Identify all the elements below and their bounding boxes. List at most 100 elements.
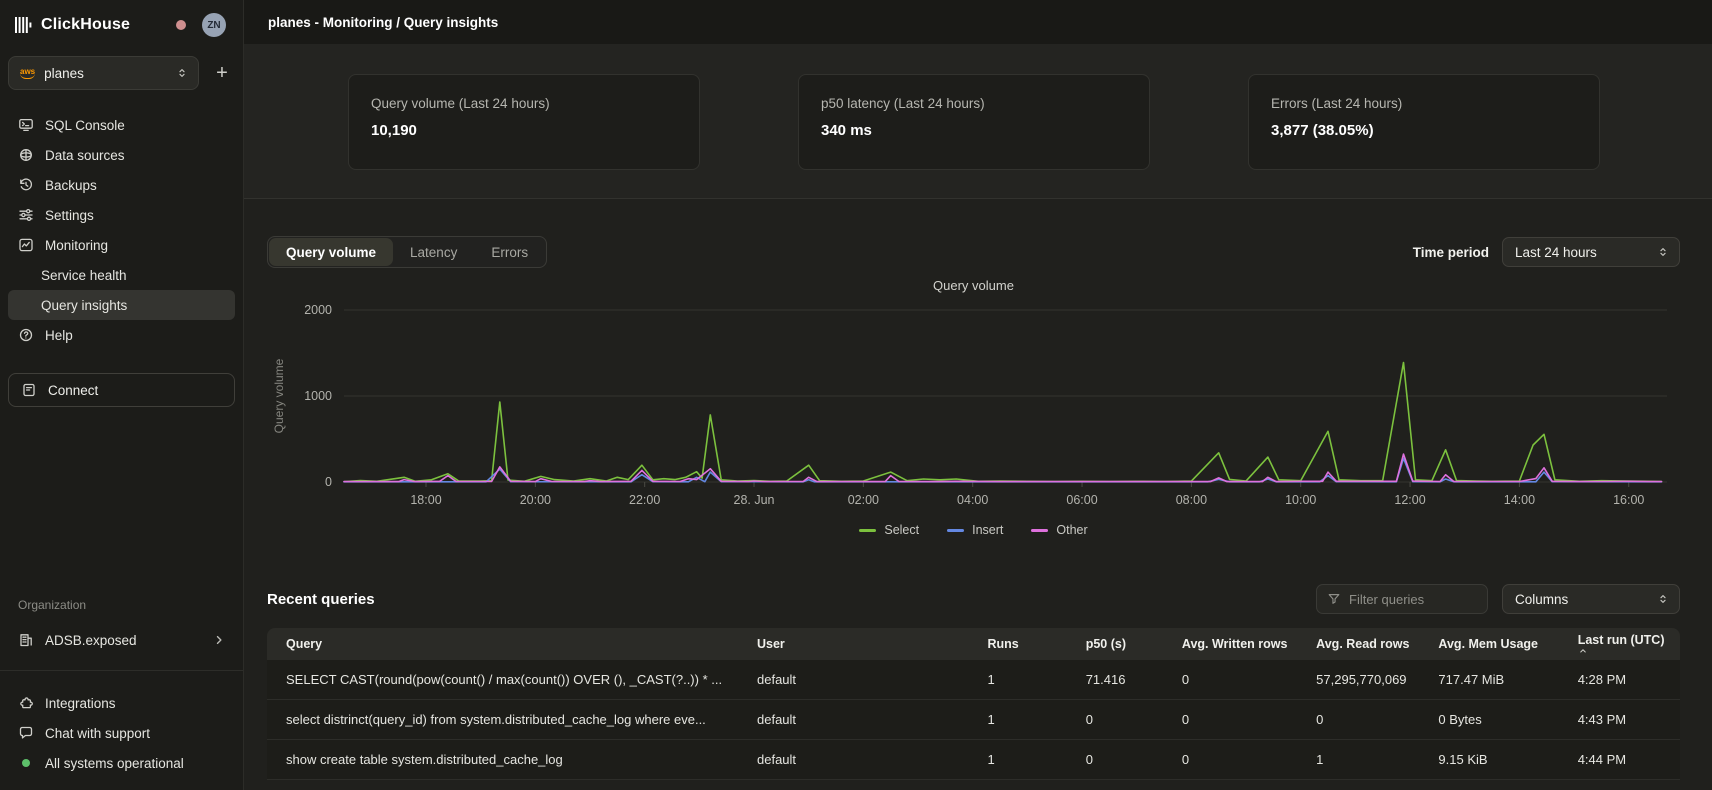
sidebar-item-chat-with-support[interactable]: Chat with support <box>8 718 235 748</box>
cell-runs: 1 <box>968 660 1066 700</box>
legend-swatch-icon <box>859 529 876 532</box>
column-header-query[interactable]: Query <box>267 628 738 660</box>
cell-query: show create table system.distributed_cac… <box>267 740 738 780</box>
column-header-p50-s[interactable]: p50 (s) <box>1067 628 1163 660</box>
organization-name: ADSB.exposed <box>45 633 137 648</box>
chart-title: Query volume <box>267 278 1680 293</box>
sidebar-item-label: Help <box>45 328 73 343</box>
brand-name: ClickHouse <box>41 16 130 34</box>
sidebar-item-label: Integrations <box>45 696 116 711</box>
legend-item-insert[interactable]: Insert <box>947 523 1003 537</box>
stat-label: p50 latency (Last 24 hours) <box>821 96 1127 111</box>
cell-avg-read: 57,295,770,069 <box>1297 660 1419 700</box>
columns-select[interactable]: Columns <box>1502 584 1680 614</box>
sidebar-item-help[interactable]: Help <box>8 320 235 350</box>
cell-user: default <box>738 700 968 740</box>
column-header-avg-read-rows[interactable]: Avg. Read rows <box>1297 628 1419 660</box>
chevron-updown-icon <box>176 66 188 80</box>
columns-label: Columns <box>1515 592 1568 607</box>
help-icon <box>18 327 34 343</box>
sidebar-item-backups[interactable]: Backups <box>8 170 235 200</box>
connect-button[interactable]: Connect <box>8 373 235 407</box>
chevron-right-icon <box>213 634 225 646</box>
aws-icon: aws <box>20 68 35 79</box>
sidebar-footer: Integrations Chat with support All systems… <box>8 671 235 790</box>
recording-dot-icon <box>176 20 186 30</box>
avatar[interactable]: ZN <box>202 13 226 37</box>
table-row[interactable]: SELECT CAST(round(pow(count() / max(coun… <box>267 660 1680 700</box>
table-row[interactable]: show create table system.distributed_cac… <box>267 740 1680 780</box>
filter-queries-input[interactable] <box>1349 592 1477 607</box>
cell-p50: 71.416 <box>1067 660 1163 700</box>
settings-icon <box>18 207 34 223</box>
stat-label: Query volume (Last 24 hours) <box>371 96 677 111</box>
tab-query-volume[interactable]: Query volume <box>269 238 393 266</box>
sidebar-item-settings[interactable]: Settings <box>8 200 235 230</box>
svg-text:22:00: 22:00 <box>629 493 660 507</box>
organization-switcher[interactable]: ADSB.exposed <box>8 625 235 655</box>
column-header-runs[interactable]: Runs <box>968 628 1066 660</box>
legend-item-other[interactable]: Other <box>1031 523 1087 537</box>
column-header-user[interactable]: User <box>738 628 968 660</box>
integrations-icon <box>18 695 34 711</box>
column-header-last-run-utc[interactable]: Last run (UTC) <box>1559 628 1680 660</box>
cell-p50: 0 <box>1067 740 1163 780</box>
cell-runs: 1 <box>968 700 1066 740</box>
chart-toolbar: Query volumeLatencyErrors Time period La… <box>267 236 1680 268</box>
legend-swatch-icon <box>947 529 964 532</box>
chevron-updown-icon <box>1657 592 1669 606</box>
building-icon <box>18 632 34 648</box>
svg-text:28. Jun: 28. Jun <box>734 493 775 507</box>
cell-query: SELECT CAST(round(pow(count() / max(coun… <box>267 660 738 700</box>
legend-item-select[interactable]: Select <box>859 523 919 537</box>
sidebar-item-integrations[interactable]: Integrations <box>8 688 235 718</box>
cell-query: select distrinct(query_id) from system.d… <box>267 700 738 740</box>
stat-value: 340 ms <box>821 122 1127 139</box>
sort-ascending-icon <box>1578 647 1674 655</box>
chart-legend: Select Insert Other <box>267 523 1680 537</box>
legend-label: Select <box>884 523 919 537</box>
chat-icon <box>18 725 34 741</box>
status-icon <box>18 755 34 771</box>
stat-card-query-volume: Query volume (Last 24 hours) 10,190 <box>348 74 700 170</box>
legend-swatch-icon <box>1031 529 1048 532</box>
sidebar-item-service-health[interactable]: Service health <box>8 260 235 290</box>
svg-text:2000: 2000 <box>304 303 332 317</box>
filter-funnel-icon <box>1327 592 1341 606</box>
sidebar-item-label: Chat with support <box>45 726 150 741</box>
stat-label: Errors (Last 24 hours) <box>1271 96 1577 111</box>
tab-errors[interactable]: Errors <box>474 238 545 266</box>
column-header-avg-mem-usage[interactable]: Avg. Mem Usage <box>1419 628 1558 660</box>
filter-queries-box <box>1316 584 1488 614</box>
stat-value: 3,877 (38.05%) <box>1271 122 1577 139</box>
legend-label: Other <box>1056 523 1087 537</box>
sidebar-item-query-insights[interactable]: Query insights <box>8 290 235 320</box>
service-name: planes <box>44 66 84 81</box>
sidebar-item-label: Settings <box>45 208 94 223</box>
svg-text:12:00: 12:00 <box>1394 493 1425 507</box>
chevron-updown-icon <box>1657 245 1669 259</box>
time-period-select[interactable]: Last 24 hours <box>1502 237 1680 267</box>
tab-latency[interactable]: Latency <box>393 238 474 266</box>
cell-last-run: 4:28 PM <box>1559 660 1680 700</box>
sidebar-item-label: Monitoring <box>45 238 108 253</box>
service-selector[interactable]: aws planes <box>8 56 199 90</box>
stat-value: 10,190 <box>371 122 677 139</box>
sidebar-item-label: SQL Console <box>45 118 125 133</box>
sidebar-item-label: Query insights <box>41 298 127 313</box>
stat-card-errors: Errors (Last 24 hours) 3,877 (38.05%) <box>1248 74 1600 170</box>
stats-strip: Query volume (Last 24 hours) 10,190 p50 la… <box>244 44 1712 199</box>
add-service-button[interactable]: + <box>209 60 235 86</box>
sidebar-item-sql-console[interactable]: SQL Console <box>8 110 235 140</box>
cell-runs: 1 <box>968 740 1066 780</box>
sidebar: ClickHouse ZN aws planes + SQL Console Da… <box>0 0 244 790</box>
column-header-avg-written-rows[interactable]: Avg. Written rows <box>1163 628 1297 660</box>
main-area: planes - Monitoring / Query insights Que… <box>244 0 1712 790</box>
stat-card-p50-latency: p50 latency (Last 24 hours) 340 ms <box>798 74 1150 170</box>
cell-avg-written: 0 <box>1163 740 1297 780</box>
table-row[interactable]: select distrinct(query_id) from system.d… <box>267 700 1680 740</box>
sidebar-item-all-systems-operational[interactable]: All systems operational <box>8 748 235 778</box>
sidebar-item-data-sources[interactable]: Data sources <box>8 140 235 170</box>
sidebar-item-monitoring[interactable]: Monitoring <box>8 230 235 260</box>
connect-label: Connect <box>48 383 98 398</box>
